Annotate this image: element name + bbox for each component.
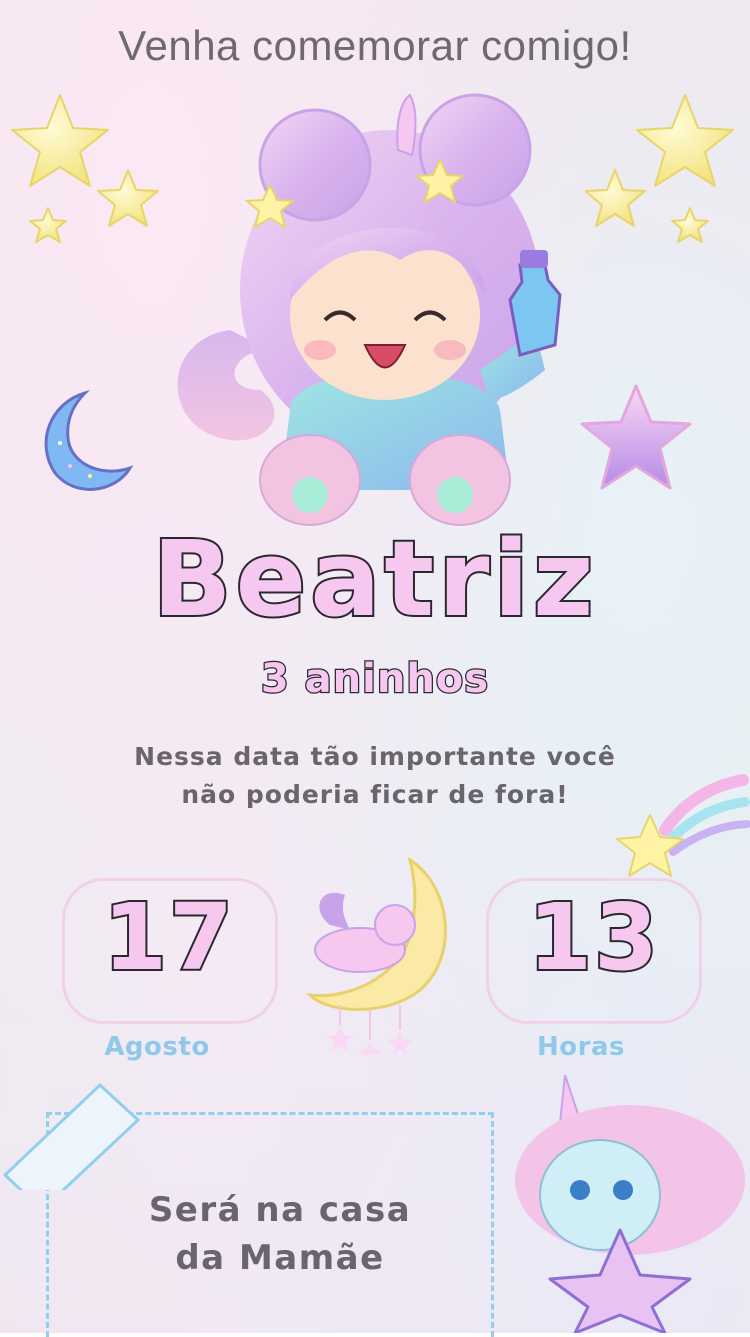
tape-icon xyxy=(2,1082,141,1190)
celebrant-name: Beatriz xyxy=(150,516,598,642)
girl-character-illustration xyxy=(177,93,562,526)
location-line-2: da Mamãe xyxy=(175,1238,385,1278)
invitation-headline: Venha comemorar comigo! xyxy=(118,22,632,69)
moon-icon xyxy=(44,389,134,491)
time-hour: 13 xyxy=(526,882,661,993)
location-text: Será na casa da Mamãe xyxy=(100,1186,460,1282)
shooting-star-icon xyxy=(616,774,750,877)
star-icon xyxy=(580,384,692,490)
time-label: Horas xyxy=(537,1032,625,1062)
date-day: 17 xyxy=(101,882,236,993)
unicorn-with-star-icon xyxy=(515,1075,745,1333)
unicorn-on-moon-icon xyxy=(305,856,447,1055)
celebrant-age: 3 aninhos xyxy=(260,655,490,704)
date-month: Agosto xyxy=(104,1032,210,1062)
location-line-1: Será na casa xyxy=(148,1190,412,1230)
